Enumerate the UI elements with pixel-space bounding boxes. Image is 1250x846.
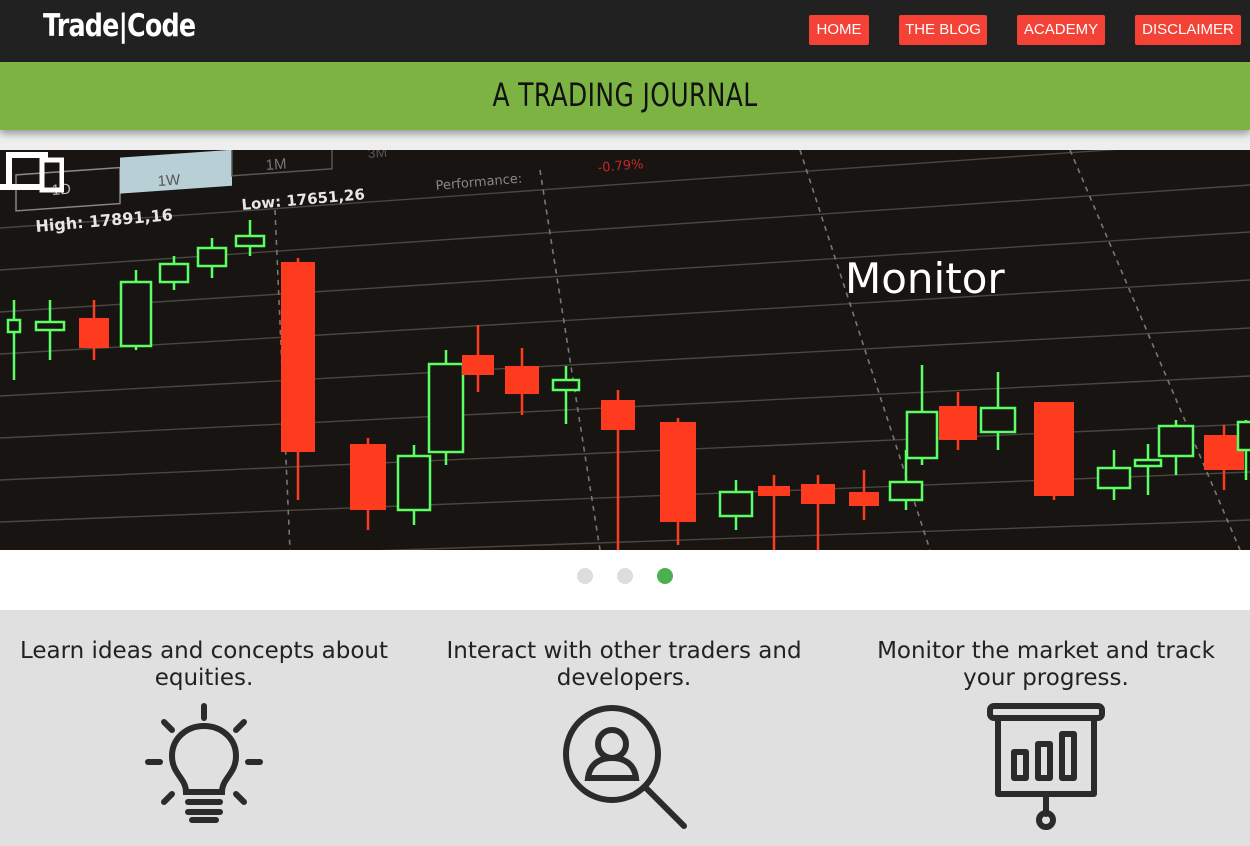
candle-body	[1157, 424, 1195, 458]
candle-body	[1133, 458, 1163, 468]
candle-body	[119, 280, 153, 348]
nav-disclaimer-button[interactable]: DISCLAIMER	[1135, 15, 1241, 45]
candle-body	[350, 444, 386, 510]
candle-body	[849, 492, 879, 506]
tab-3m-label: 3M	[367, 150, 388, 161]
candle-body	[1096, 466, 1132, 490]
candle-body	[801, 484, 835, 504]
candle-body	[79, 318, 109, 348]
slider-dot-3[interactable]	[657, 568, 673, 584]
candle-body	[1034, 402, 1074, 496]
nav-home-button[interactable]: HOME	[809, 15, 869, 45]
candle-body	[34, 320, 66, 332]
candle-body	[396, 454, 432, 512]
lightbulb-icon	[145, 703, 263, 823]
banner-spacer	[0, 130, 1250, 150]
candle-body	[551, 378, 581, 392]
candle-body	[427, 362, 465, 454]
candle-body	[196, 246, 228, 268]
candle-body	[462, 355, 494, 375]
feature-interact-text: Interact with other traders and develope…	[446, 638, 802, 691]
feature-monitor-text: Monitor the market and track your progre…	[877, 638, 1215, 691]
candle-body	[718, 490, 754, 518]
feature-learn-text: Learn ideas and concepts about equities.	[19, 638, 389, 691]
candlestick-chart-image: 1D 1W 1M 3M High: 17891,16 Low: 17651,26…	[0, 150, 1250, 550]
nav-academy-button[interactable]: ACADEMY	[1017, 15, 1105, 45]
hero-slider[interactable]: 1D 1W 1M 3M High: 17891,16 Low: 17651,26…	[0, 150, 1250, 550]
features-section: Learn ideas and concepts about equities.…	[0, 610, 1250, 846]
candle-body	[939, 406, 977, 440]
user-search-icon	[563, 705, 687, 829]
tab-1w-label: 1W	[157, 171, 181, 190]
candle-body	[888, 480, 924, 502]
candle-body	[979, 406, 1017, 434]
banner-title: A TRADING JOURNAL	[492, 76, 758, 114]
nav-blog-button[interactable]: THE BLOG	[899, 15, 987, 45]
journal-banner: A TRADING JOURNAL	[0, 62, 1250, 130]
candle-body	[281, 262, 315, 452]
presentation-chart-icon	[987, 703, 1105, 830]
brand-logo[interactable]: Trade|Code	[43, 8, 196, 44]
candle-body	[660, 422, 696, 522]
candle-body	[6, 318, 22, 334]
devices-icon	[0, 152, 64, 193]
tab-1m-label: 1M	[265, 156, 287, 174]
slide-caption: Monitor	[845, 254, 1005, 303]
slider-dot-2[interactable]	[617, 568, 633, 584]
candle-body	[601, 400, 635, 430]
candle-body	[158, 262, 190, 284]
slider-indicators	[0, 550, 1250, 610]
slider-dot-1[interactable]	[577, 568, 593, 584]
candle-body	[234, 234, 266, 248]
candle-body	[1236, 420, 1250, 452]
candle-body	[758, 486, 790, 496]
candle-body	[505, 366, 539, 394]
candle-body	[905, 410, 939, 460]
top-navbar: Trade|Code HOME THE BLOG ACADEMY DISCLAI…	[0, 0, 1250, 62]
